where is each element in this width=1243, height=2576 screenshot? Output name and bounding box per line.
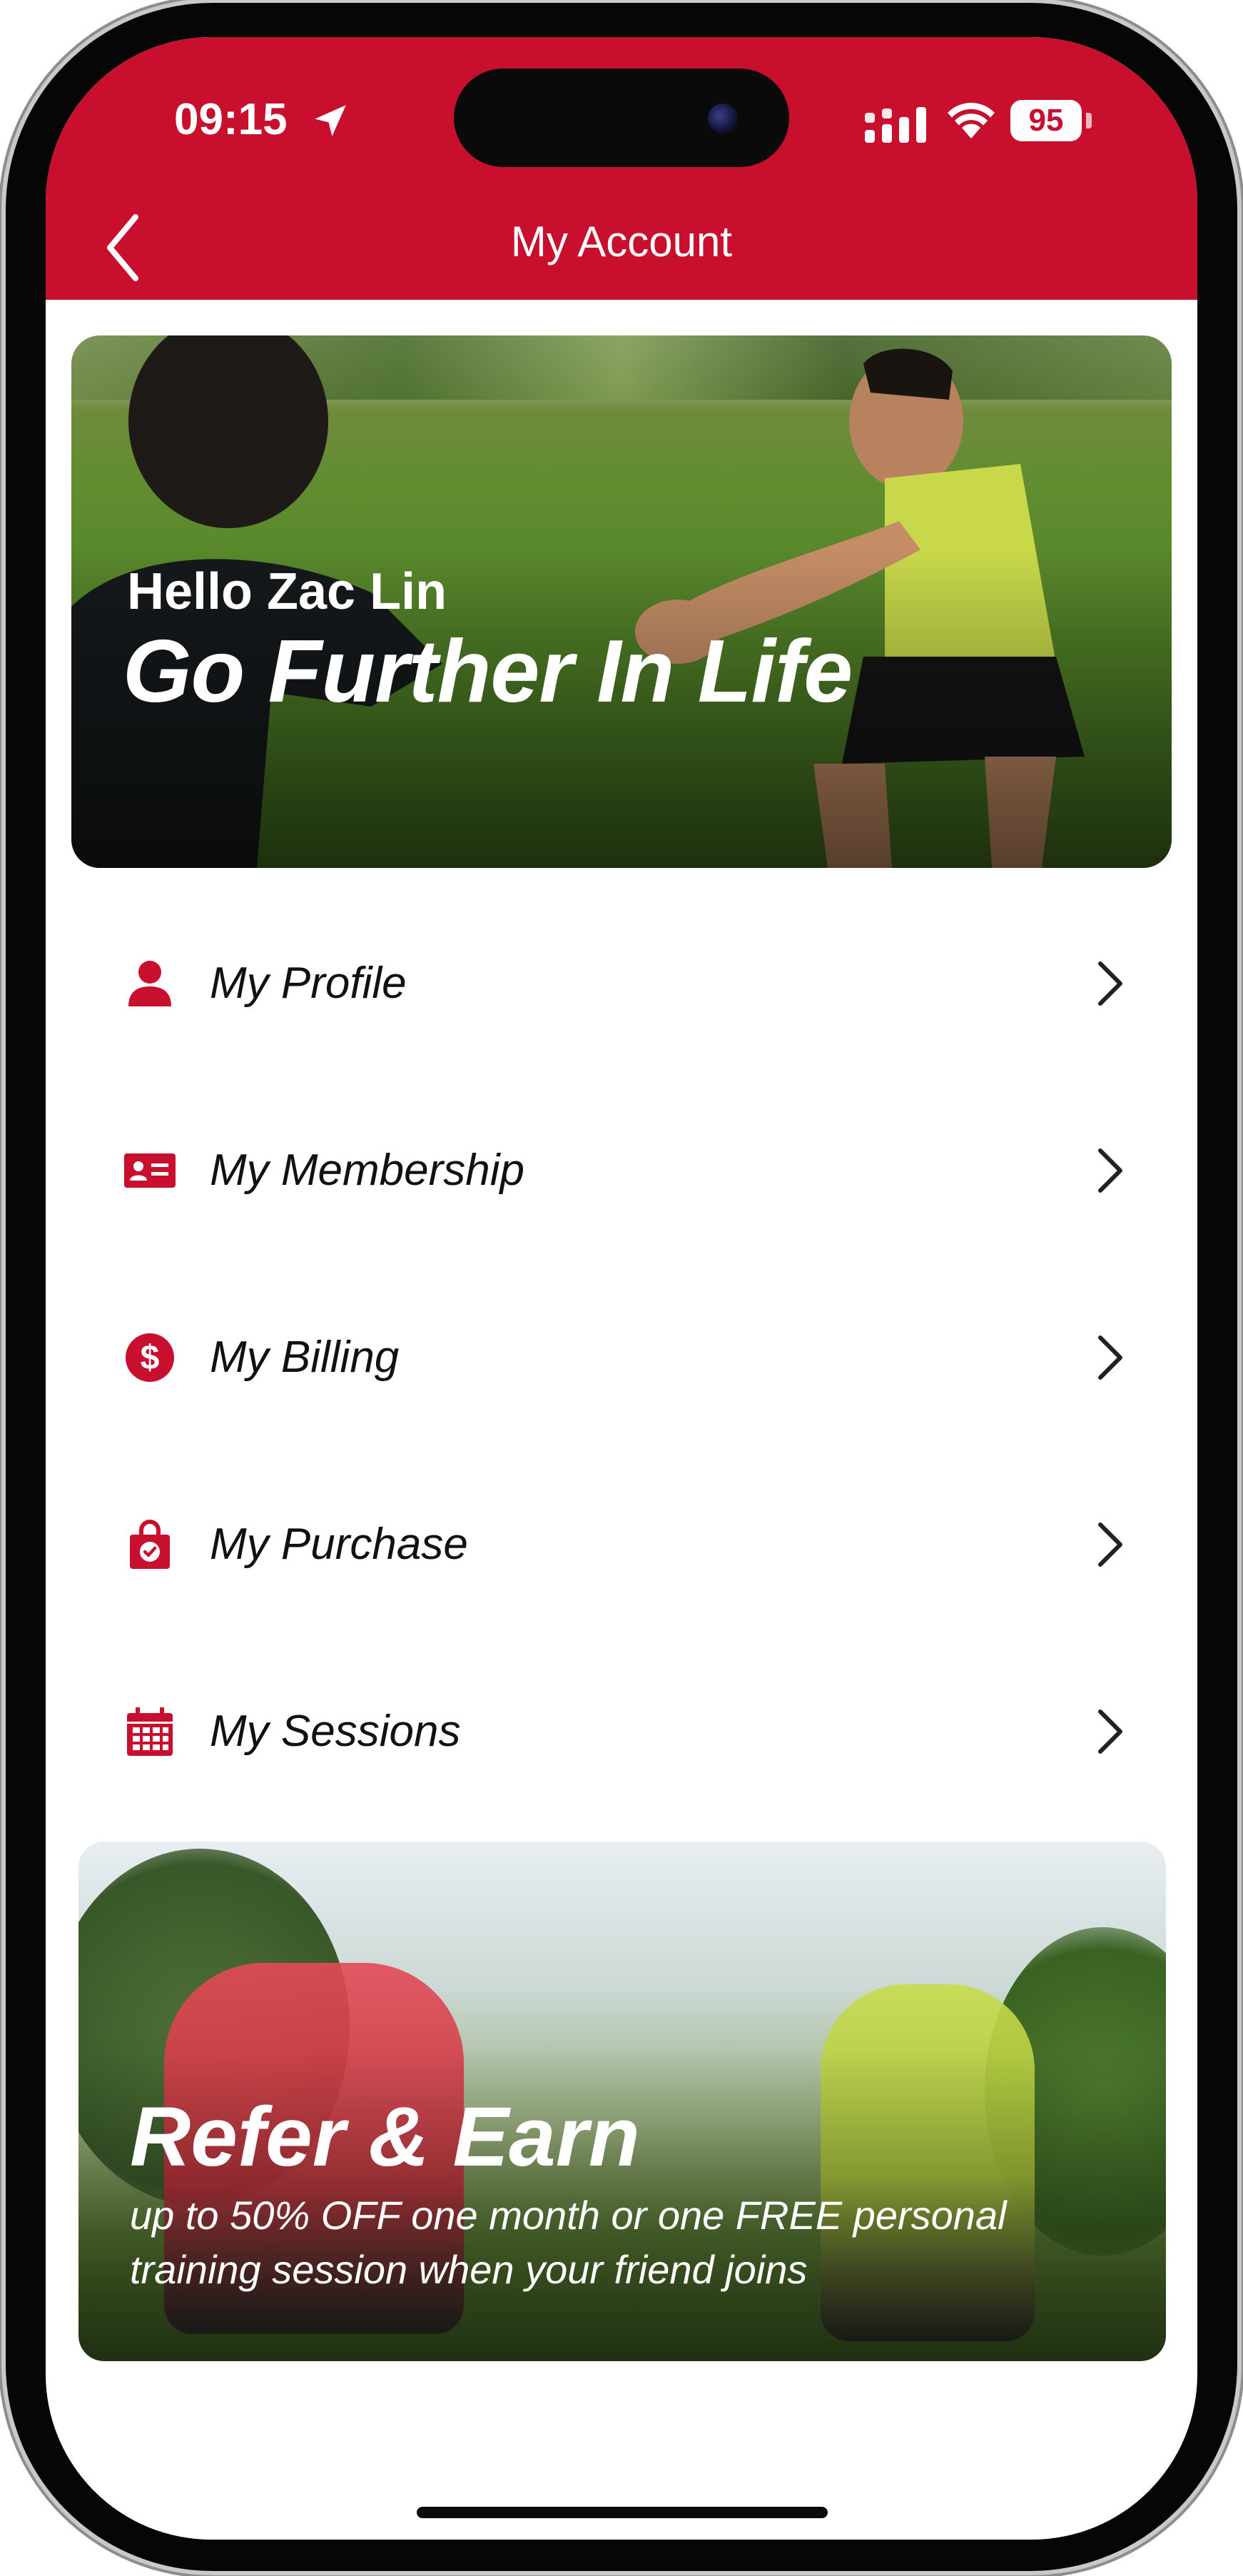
person-icon bbox=[128, 961, 171, 1006]
chevron-right-icon bbox=[1098, 1335, 1122, 1380]
chevron-right-icon bbox=[1098, 961, 1122, 1006]
promo-title: Refer & Earn bbox=[130, 2090, 640, 2184]
dynamic-island bbox=[454, 69, 789, 167]
menu-item-billing[interactable]: $ My Billing bbox=[46, 1261, 1197, 1448]
refer-earn-banner[interactable]: Refer & Earn up to 50% OFF one month or … bbox=[78, 1842, 1166, 2361]
menu-item-profile[interactable]: My Profile bbox=[46, 887, 1197, 1074]
id-card-icon bbox=[124, 1153, 176, 1188]
menu-item-sessions[interactable]: My Sessions bbox=[46, 1635, 1197, 1822]
status-time: 09:15 bbox=[174, 95, 288, 144]
menu-label-billing: My Billing bbox=[210, 1333, 400, 1382]
menu-item-purchase[interactable]: My Purchase bbox=[46, 1448, 1197, 1635]
dollar-circle-icon: $ bbox=[126, 1333, 174, 1382]
screen: 09:15 95 My Account Hello Zac Lin Go Fur… bbox=[46, 37, 1197, 2540]
account-menu: My Profile My Membership $ My Billing My… bbox=[46, 887, 1197, 1822]
location-arrow-icon bbox=[315, 105, 346, 136]
home-indicator[interactable] bbox=[417, 2507, 828, 2518]
chevron-right-icon bbox=[1098, 1148, 1122, 1193]
phone-device: 09:15 95 My Account Hello Zac Lin Go Fur… bbox=[0, 0, 1243, 2576]
menu-label-sessions: My Sessions bbox=[210, 1707, 461, 1756]
cellular-signal-icon bbox=[865, 107, 926, 143]
page-title: My Account bbox=[510, 218, 733, 266]
hero-banner: Hello Zac Lin Go Further In Life bbox=[71, 335, 1172, 868]
battery-tip bbox=[1086, 113, 1092, 128]
menu-label-profile: My Profile bbox=[210, 959, 407, 1008]
svg-text:$: $ bbox=[141, 1339, 160, 1377]
chevron-right-icon bbox=[1098, 1522, 1122, 1567]
calendar-icon bbox=[127, 1707, 173, 1756]
menu-label-purchase: My Purchase bbox=[210, 1520, 468, 1569]
shopping-bag-icon bbox=[130, 1520, 170, 1569]
wifi-icon bbox=[948, 103, 995, 138]
hero-tagline: Go Further In Life bbox=[123, 622, 853, 721]
hero-greeting: Hello Zac Lin bbox=[127, 563, 447, 620]
chevron-right-icon bbox=[1098, 1709, 1122, 1754]
menu-item-membership[interactable]: My Membership bbox=[46, 1074, 1197, 1261]
front-camera bbox=[708, 103, 738, 133]
promo-text: up to 50% OFF one month or one FREE pers… bbox=[130, 2193, 1007, 2292]
battery-indicator: 95 bbox=[1010, 100, 1082, 141]
menu-label-membership: My Membership bbox=[210, 1146, 524, 1195]
